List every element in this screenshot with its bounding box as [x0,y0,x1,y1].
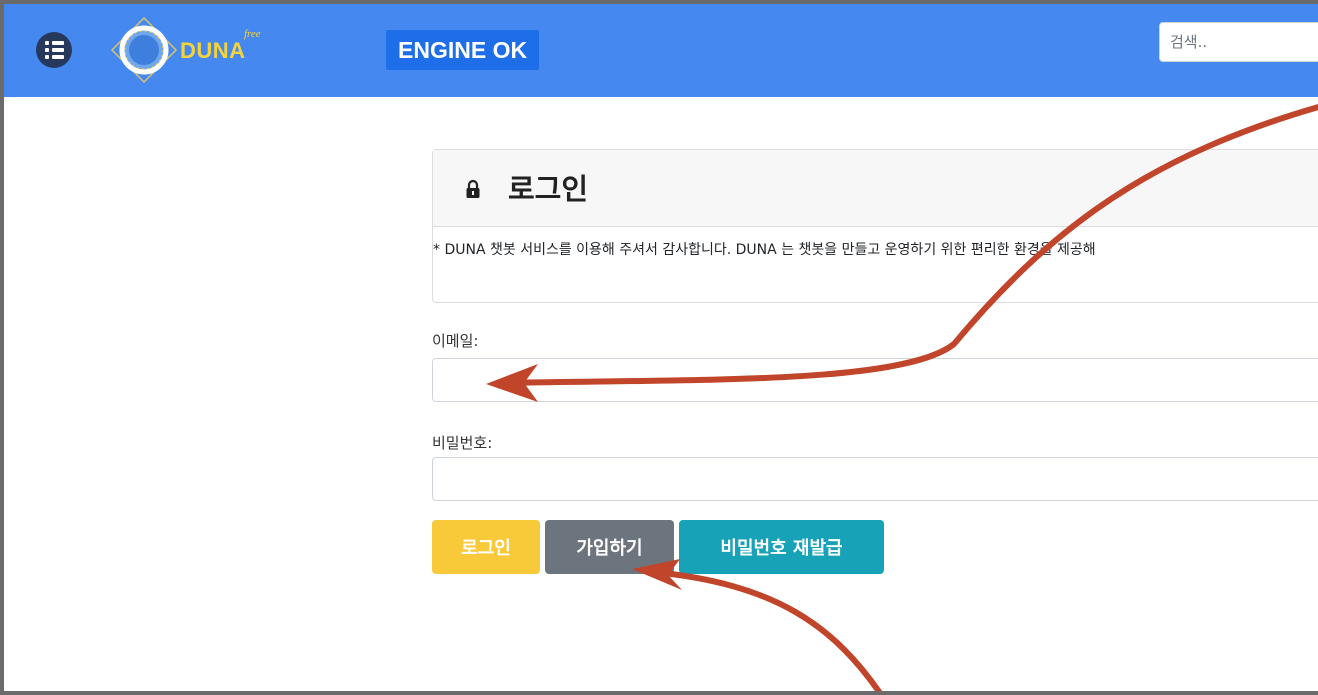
page-title: 로그인 [508,172,589,206]
email-field[interactable] [432,358,1318,402]
password-field[interactable] [432,457,1318,501]
join-button[interactable]: 가입하기 [545,520,674,574]
top-navbar: DUNA free ENGINE OK 검색.. [4,4,1318,97]
duna-emblem-icon [110,16,178,84]
lock-icon [466,179,480,198]
engine-status-badge: ENGINE OK [386,30,540,70]
service-notice: * DUNA 챗봇 서비스를 이용해 주셔서 감사합니다. DUNA 는 챗봇을… [433,242,1096,258]
email-label: 이메일: [432,332,479,350]
brand-edition: free [244,28,261,40]
duna-logo[interactable]: DUNA free [108,14,308,86]
login-button[interactable]: 로그인 [432,520,540,574]
search-input[interactable]: 검색.. [1159,22,1318,62]
app-window: DUNA free ENGINE OK 검색.. 로그인 * DUNA 챗봇 서… [0,0,1318,695]
annotation-arrows [486,104,1318,691]
reset-password-button[interactable]: 비밀번호 재발급 [679,520,884,574]
password-label: 비밀번호: [432,434,493,452]
annotation-arrow-to-join [651,569,883,691]
login-card-header: 로그인 [433,150,1318,227]
login-card: 로그인 * DUNA 챗봇 서비스를 이용해 주셔서 감사합니다. DUNA 는… [432,149,1318,303]
menu-list-icon[interactable] [36,32,72,68]
brand-name: DUNA [180,38,246,63]
